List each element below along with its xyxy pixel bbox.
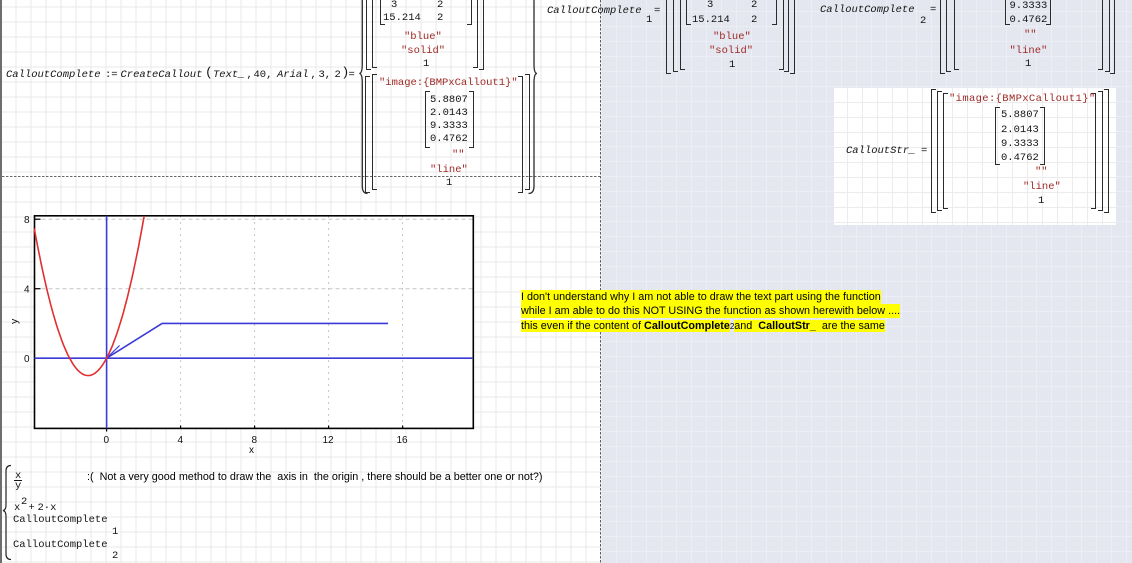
svg-text:0: 0 xyxy=(104,435,110,446)
svg-text:16: 16 xyxy=(397,435,409,446)
svg-text:y: y xyxy=(9,318,21,324)
svg-text:0: 0 xyxy=(24,354,30,365)
svg-text:4: 4 xyxy=(24,285,30,296)
svg-text:12: 12 xyxy=(323,435,335,446)
svg-text:4: 4 xyxy=(178,435,184,446)
svg-text:8: 8 xyxy=(24,215,30,226)
svg-text:x: x xyxy=(249,445,254,456)
